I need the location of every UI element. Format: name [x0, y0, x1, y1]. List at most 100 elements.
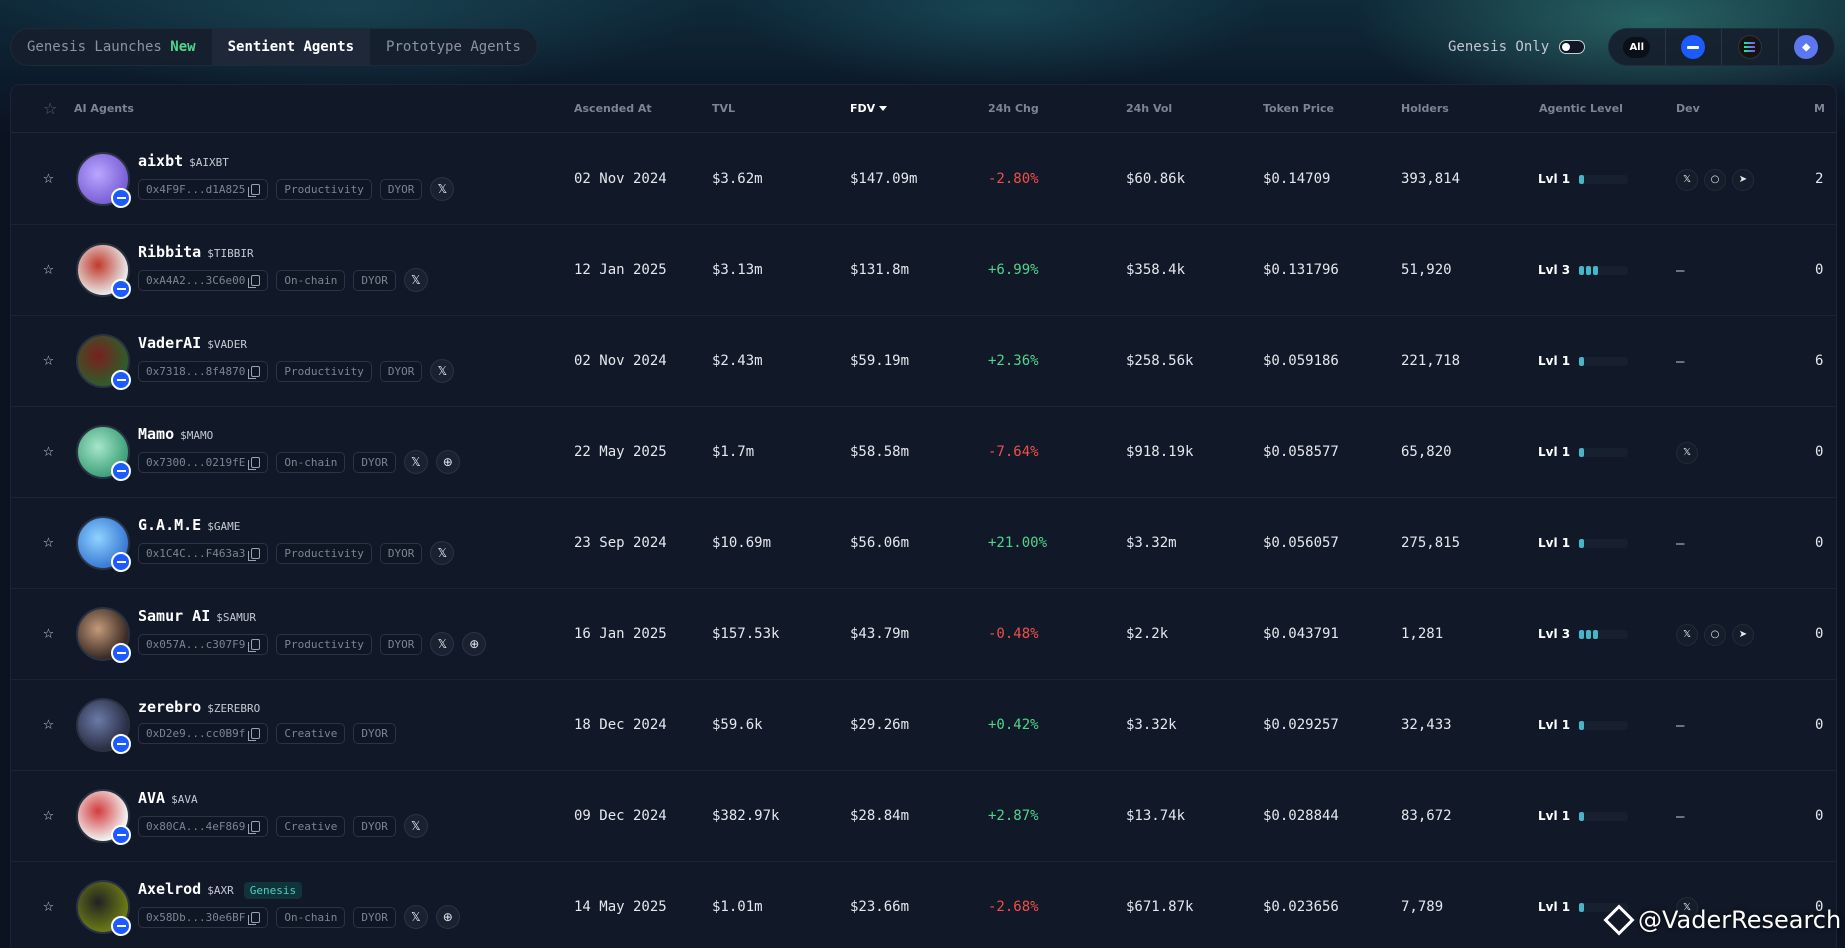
agent-name[interactable]: Ribbita [138, 243, 201, 261]
x-social-icon[interactable]: 𝕏 [430, 541, 455, 565]
level-progress-bar [1578, 721, 1629, 730]
dev-x-icon[interactable]: 𝕏 [1676, 623, 1698, 646]
col-dev[interactable]: Dev [1676, 85, 1700, 133]
chain-ethereum-button[interactable]: ◆ [1777, 29, 1835, 65]
level-progress-bar [1578, 630, 1629, 639]
genesis-only-toggle[interactable] [1559, 40, 1586, 54]
table-row[interactable]: ☆ zerebro $ZEREBRO 0xD2e9...cc0B9f Creat… [11, 680, 1836, 771]
tab-prototype-agents[interactable]: Prototype Agents [370, 29, 537, 65]
x-social-icon[interactable]: 𝕏 [430, 177, 455, 201]
x-social-icon[interactable]: 𝕏 [403, 814, 428, 838]
copy-icon[interactable] [248, 911, 261, 925]
contract-address[interactable]: 0x4F9F...d1A825 [138, 178, 269, 200]
agent-name[interactable]: Mamo [138, 425, 174, 443]
dev-x-icon[interactable]: 𝕏 [1676, 168, 1698, 191]
favorite-star-icon[interactable]: ☆ [43, 896, 54, 916]
star-header-icon[interactable]: ☆ [43, 101, 57, 117]
col-more[interactable]: M [1814, 85, 1825, 133]
dev-link-icon[interactable]: ○ [1704, 168, 1726, 191]
contract-address[interactable]: 0x80CA...4eF869 [138, 815, 269, 837]
holders-count: 7,789 [1401, 899, 1444, 915]
col-24h-vol[interactable]: 24h Vol [1126, 85, 1172, 133]
base-chain-badge-icon [111, 461, 131, 481]
contract-address[interactable]: 0x58Db...30e6BF [138, 906, 269, 928]
x-social-icon[interactable]: 𝕏 [403, 905, 428, 929]
favorite-star-icon[interactable]: ☆ [43, 259, 54, 279]
col-holders[interactable]: Holders [1401, 85, 1449, 133]
contract-address[interactable]: 0x057A...c307F9 [138, 633, 269, 655]
table-row[interactable]: ☆ Samur AI $SAMUR 0x057A...c307F9 Produc… [11, 589, 1836, 680]
agent-name[interactable]: Samur AI [138, 607, 210, 625]
chain-filter: All ◆ [1608, 28, 1835, 66]
dev-telegram-icon[interactable]: ➤ [1732, 168, 1754, 191]
website-globe-icon[interactable]: ⊕ [435, 905, 460, 929]
x-social-icon[interactable]: 𝕏 [403, 450, 428, 474]
dev-links: 𝕏 ○ ➤ [1676, 589, 1754, 680]
watermark-text: @VaderResearch [1638, 906, 1842, 934]
favorite-star-icon[interactable]: ☆ [43, 532, 54, 552]
tab-genesis-launches[interactable]: Genesis Launches New [11, 29, 212, 65]
token-price: $0.059186 [1263, 353, 1339, 369]
col-token-price[interactable]: Token Price [1263, 85, 1334, 133]
copy-icon[interactable] [248, 274, 261, 288]
address-text: 0x4F9F...d1A825 [146, 182, 246, 196]
agent-name-line: Mamo $MAMO [138, 425, 213, 443]
col-tvl[interactable]: TVL [712, 85, 735, 133]
copy-icon[interactable] [248, 728, 261, 741]
agent-name[interactable]: AVA [138, 789, 165, 807]
agent-name[interactable]: G.A.M.E [138, 516, 201, 534]
favorite-star-icon[interactable]: ☆ [43, 714, 54, 734]
x-social-icon[interactable]: 𝕏 [430, 359, 455, 383]
col-fdv[interactable]: FDV [850, 85, 888, 133]
volume-24h: $3.32m [1126, 535, 1177, 551]
contract-address[interactable]: 0xA4A2...3C6e00 [138, 269, 269, 291]
favorite-star-icon[interactable]: ☆ [43, 623, 54, 643]
table-row[interactable]: ☆ Mamo $MAMO 0x7300...0219fE On-chain DY… [11, 407, 1836, 498]
contract-address[interactable]: 0x7318...8f4870 [138, 360, 269, 382]
x-social-icon[interactable]: 𝕏 [430, 632, 455, 656]
col-agentic-level[interactable]: Agentic Level [1539, 85, 1623, 133]
col-24h-chg[interactable]: 24h Chg [988, 85, 1039, 133]
dev-telegram-icon[interactable]: ➤ [1732, 623, 1754, 646]
chain-base-button[interactable] [1664, 29, 1722, 65]
copy-icon[interactable] [248, 365, 261, 379]
copy-icon[interactable] [248, 183, 261, 197]
contract-address[interactable]: 0x7300...0219fE [138, 451, 269, 473]
favorite-star-icon[interactable]: ☆ [43, 168, 54, 188]
watermark: @VaderResearch [1603, 904, 1842, 936]
chain-solana-button[interactable] [1721, 29, 1778, 65]
chain-all-button[interactable]: All [1609, 29, 1665, 65]
col-ai-agents[interactable]: AI Agents [74, 85, 134, 133]
ascended-at: 12 Jan 2025 [574, 262, 667, 278]
copy-icon[interactable] [248, 638, 261, 652]
copy-icon[interactable] [248, 547, 261, 561]
x-social-icon[interactable]: 𝕏 [403, 268, 428, 292]
contract-address[interactable]: 0x1C4C...F463a3 [138, 542, 269, 564]
table-row[interactable]: ☆ aixbt $AIXBT 0x4F9F...d1A825 Productiv… [11, 134, 1836, 225]
dev-x-icon[interactable]: 𝕏 [1676, 441, 1698, 464]
table-row[interactable]: ☆ Ribbita $TIBBIR 0xA4A2...3C6e00 On-cha… [11, 225, 1836, 316]
agent-name[interactable]: aixbt [138, 152, 183, 170]
favorite-star-icon[interactable]: ☆ [43, 805, 54, 825]
dev-link-icon[interactable]: ○ [1704, 623, 1726, 646]
agent-name[interactable]: zerebro [138, 698, 201, 716]
favorite-star-icon[interactable]: ☆ [43, 350, 54, 370]
tab-sentient-agents[interactable]: Sentient Agents [211, 29, 371, 65]
website-globe-icon[interactable]: ⊕ [462, 632, 487, 656]
col-ascended-at[interactable]: Ascended At [574, 85, 652, 133]
website-globe-icon[interactable]: ⊕ [435, 450, 460, 474]
agent-name[interactable]: Axelrod [138, 880, 201, 898]
holders-count: 393,814 [1401, 171, 1461, 187]
agent-tags: 0x58Db...30e6BF On-chain DYOR 𝕏 ⊕ [138, 905, 460, 929]
dyor-tag: DYOR [353, 451, 396, 473]
contract-address[interactable]: 0xD2e9...cc0B9f [138, 723, 269, 744]
copy-icon[interactable] [248, 820, 261, 834]
copy-icon[interactable] [248, 456, 261, 470]
table-row[interactable]: ☆ VaderAI $VADER 0x7318...8f4870 Product… [11, 316, 1836, 407]
binance-logo-icon [1603, 904, 1635, 936]
table-row[interactable]: ☆ Axelrod $AXR Genesis 0x58Db...30e6BF O… [11, 862, 1836, 948]
favorite-star-icon[interactable]: ☆ [43, 441, 54, 461]
table-row[interactable]: ☆ G.A.M.E $GAME 0x1C4C...F463a3 Producti… [11, 498, 1836, 589]
table-row[interactable]: ☆ AVA $AVA 0x80CA...4eF869 Creative DYOR… [11, 771, 1836, 862]
agent-name[interactable]: VaderAI [138, 334, 201, 352]
